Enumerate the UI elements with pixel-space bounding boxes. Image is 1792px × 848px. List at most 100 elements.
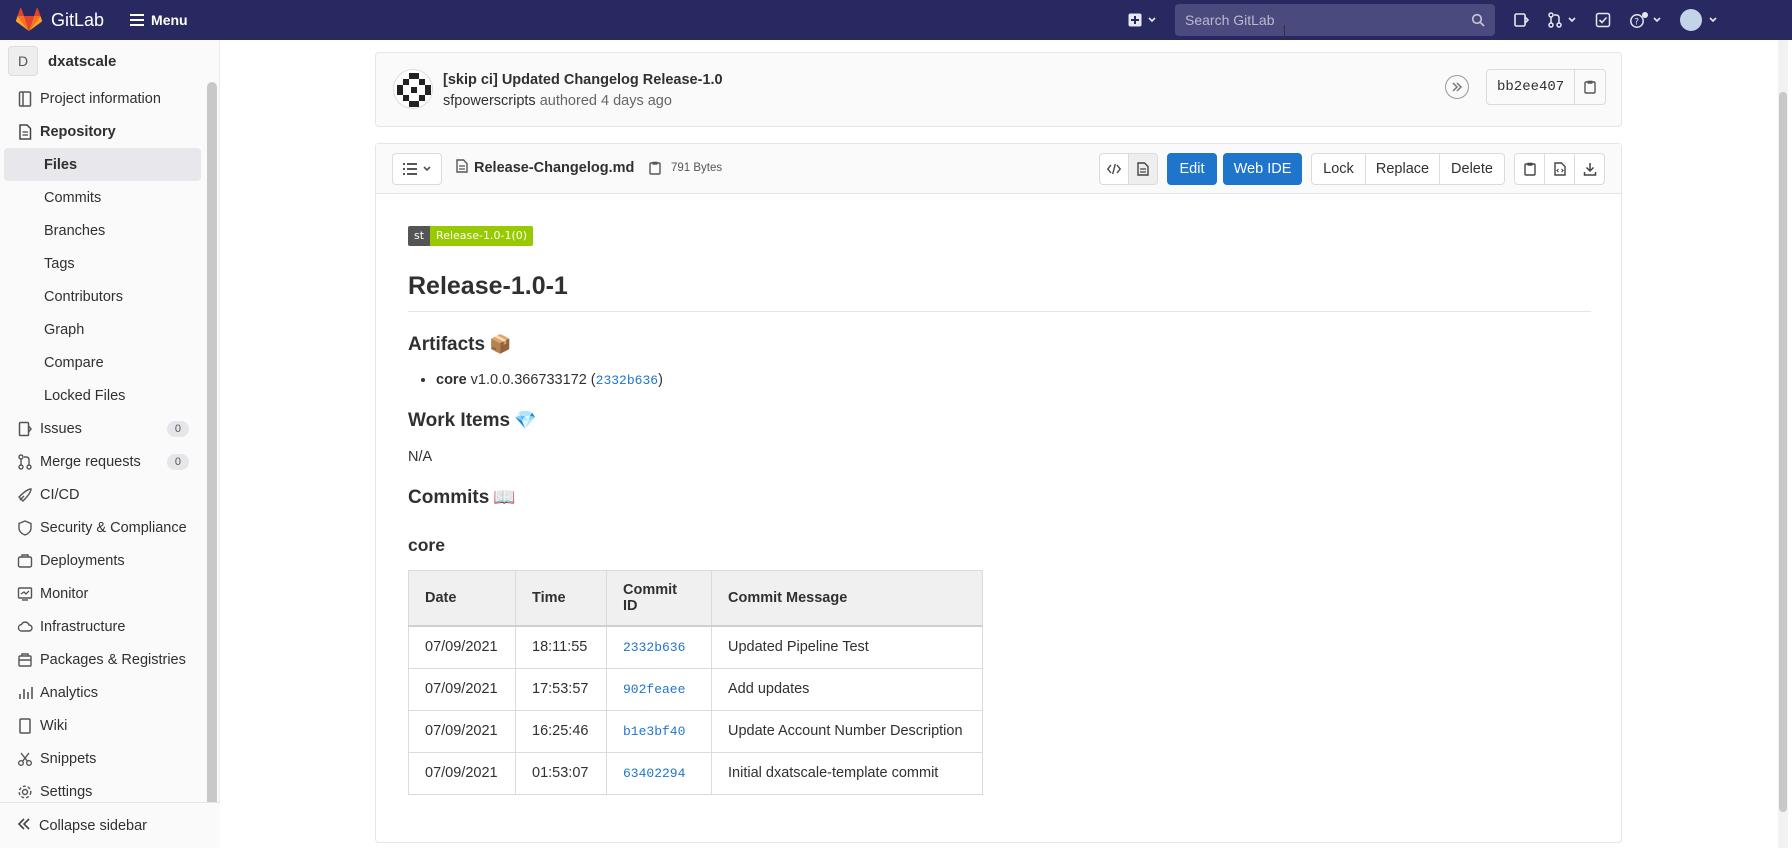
artifacts-heading-text: Artifacts	[408, 334, 486, 355]
sidebar-item-infrastructure[interactable]: Infrastructure	[0, 610, 219, 643]
todos-nav-button[interactable]	[1595, 12, 1611, 28]
cell-commit-link[interactable]: b1e3bf40	[606, 709, 712, 753]
sidebar-item-snippets[interactable]: Snippets	[0, 742, 219, 775]
delete-button[interactable]: Delete	[1439, 153, 1505, 185]
sidebar-subitem-compare[interactable]: Compare	[4, 346, 201, 379]
copy-contents-button[interactable]	[1514, 153, 1545, 185]
sidebar-subitem-commits[interactable]: Commits	[4, 181, 201, 214]
table-row: 07/09/2021 16:25:46 b1e3bf40 Update Acco…	[408, 709, 983, 753]
lock-button[interactable]: Lock	[1311, 153, 1366, 185]
display-rendered-button[interactable]	[1128, 153, 1158, 185]
sidebar-item-label: Settings	[40, 783, 93, 800]
user-menu-button[interactable]	[1680, 9, 1718, 31]
sidebar-item-cicd[interactable]: CI/CD	[0, 478, 219, 511]
issues-icon	[1514, 13, 1529, 27]
commits-table: Date Time Commit ID Commit Message 07/09…	[408, 570, 983, 795]
author-avatar[interactable]	[393, 69, 433, 109]
issues-nav-button[interactable]	[1513, 12, 1529, 28]
main-content: [skip ci] Updated Changelog Release-1.0 …	[220, 40, 1792, 848]
cell-date: 07/09/2021	[408, 667, 516, 711]
cell-commit-link[interactable]: 902feaee	[606, 667, 712, 711]
collapse-sidebar-button[interactable]: Collapse sidebar	[0, 802, 220, 848]
release-heading: Release-1.0-1	[408, 272, 1591, 312]
sidebar-subitem-files[interactable]: Files	[4, 148, 201, 181]
search-box[interactable]	[1175, 4, 1495, 36]
sidebar-subitem-locked-files[interactable]: Locked Files	[4, 379, 201, 412]
package-emoji-icon: 📦	[489, 334, 512, 355]
commit-author-link[interactable]: sfpowerscripts	[443, 93, 536, 109]
search-input[interactable]	[1185, 12, 1455, 28]
sidebar-item-repository[interactable]: Repository	[0, 115, 219, 148]
top-navbar: GitLab Menu Search GitLab ?	[0, 0, 1792, 40]
column-header-date: Date	[408, 570, 516, 627]
merge-request-icon	[17, 453, 33, 470]
main-scrollbar-thumb[interactable]	[1779, 92, 1787, 812]
sidebar-project-header[interactable]: D dxatscale	[0, 40, 219, 82]
web-ide-button[interactable]: Web IDE	[1223, 153, 1302, 185]
file-name: Release-Changelog.md	[474, 160, 635, 176]
artifact-commit-link[interactable]: 2332b636	[596, 373, 658, 388]
sidebar-item-analytics[interactable]: Analytics	[0, 676, 219, 709]
download-button[interactable]	[1574, 153, 1605, 185]
replace-button[interactable]: Replace	[1365, 153, 1440, 185]
clipboard-icon	[1584, 80, 1596, 94]
edit-button[interactable]: Edit	[1167, 153, 1217, 185]
display-source-button[interactable]	[1099, 153, 1129, 185]
merge-requests-nav-button[interactable]	[1547, 12, 1577, 28]
sidebar-subitem-branches[interactable]: Branches	[4, 214, 201, 247]
document-icon	[1137, 162, 1149, 176]
copy-sha-button[interactable]	[1575, 70, 1605, 104]
column-header-commit-id: Commit ID	[606, 570, 712, 627]
table-row: 07/09/2021 18:11:55 2332b636 Updated Pip…	[408, 625, 983, 669]
file-tree-toggle-button[interactable]	[392, 153, 442, 185]
sidebar-item-deployments[interactable]: Deployments	[0, 544, 219, 577]
last-commit-panel: [skip ci] Updated Changelog Release-1.0 …	[375, 52, 1622, 127]
cell-date: 07/09/2021	[408, 709, 516, 753]
column-header-time: Time	[515, 570, 607, 627]
sidebar-scrollbar[interactable]	[207, 82, 217, 832]
new-dropdown-button[interactable]	[1128, 13, 1157, 27]
cell-message: Add updates	[711, 667, 983, 711]
rendered-markdown: st Release-1.0-1(0) Release-1.0-1 Artifa…	[408, 226, 1591, 795]
merge-request-icon	[1548, 12, 1562, 28]
sidebar-item-packages[interactable]: Packages & Registries	[0, 643, 219, 676]
help-icon: ?	[1630, 12, 1648, 28]
todo-check-icon	[1595, 12, 1611, 28]
file-size: 791 Bytes	[671, 162, 723, 174]
sidebar-subitem-contributors[interactable]: Contributors	[4, 280, 201, 313]
main-scrollbar[interactable]	[1778, 40, 1788, 848]
sidebar-item-project-information[interactable]: Project information	[0, 82, 219, 115]
sidebar-item-merge-requests[interactable]: Merge requests 0	[0, 445, 219, 478]
sidebar-item-monitor[interactable]: Monitor	[0, 577, 219, 610]
svg-text:?: ?	[1634, 18, 1639, 28]
sidebar-item-security[interactable]: Security & Compliance	[0, 511, 219, 544]
sidebar-item-wiki[interactable]: Wiki	[0, 709, 219, 742]
commit-sha[interactable]: bb2ee407	[1487, 70, 1576, 104]
book-icon	[17, 90, 33, 107]
file-icon	[456, 159, 468, 177]
help-nav-button[interactable]: ?	[1629, 12, 1662, 28]
sidebar-item-label: Packages & Registries	[40, 651, 186, 668]
chevron-down-icon	[1709, 17, 1717, 23]
sidebar-subitem-graph[interactable]: Graph	[4, 313, 201, 346]
sidebar-subitem-tags[interactable]: Tags	[4, 247, 201, 280]
cell-commit-link[interactable]: 2332b636	[606, 625, 712, 669]
menu-button[interactable]: Menu	[130, 12, 188, 28]
artifacts-list: core v1.0.0.366733172 (2332b636)	[408, 372, 1591, 388]
cell-time: 16:25:46	[515, 709, 607, 753]
open-raw-button[interactable]	[1544, 153, 1575, 185]
commit-title-link[interactable]: [skip ci] Updated Changelog Release-1.0	[443, 72, 723, 88]
sidebar-item-label: CI/CD	[40, 486, 80, 503]
clipboard-icon	[1523, 162, 1536, 176]
table-row: 07/09/2021 01:53:07 63402294 Initial dxa…	[408, 751, 983, 795]
table-header-row: Date Time Commit ID Commit Message	[408, 570, 983, 627]
gitlab-logo[interactable]: GitLab	[16, 8, 104, 32]
copy-file-path-button[interactable]	[649, 161, 661, 180]
artifact-close-paren: )	[658, 372, 663, 388]
deployments-icon	[17, 553, 33, 569]
sidebar-item-issues[interactable]: Issues 0	[0, 412, 219, 445]
scissors-icon	[17, 751, 33, 767]
cell-message: Initial dxatscale-template commit	[711, 751, 983, 795]
pipeline-status-button[interactable]	[1445, 75, 1469, 99]
cell-commit-link[interactable]: 63402294	[606, 751, 712, 795]
